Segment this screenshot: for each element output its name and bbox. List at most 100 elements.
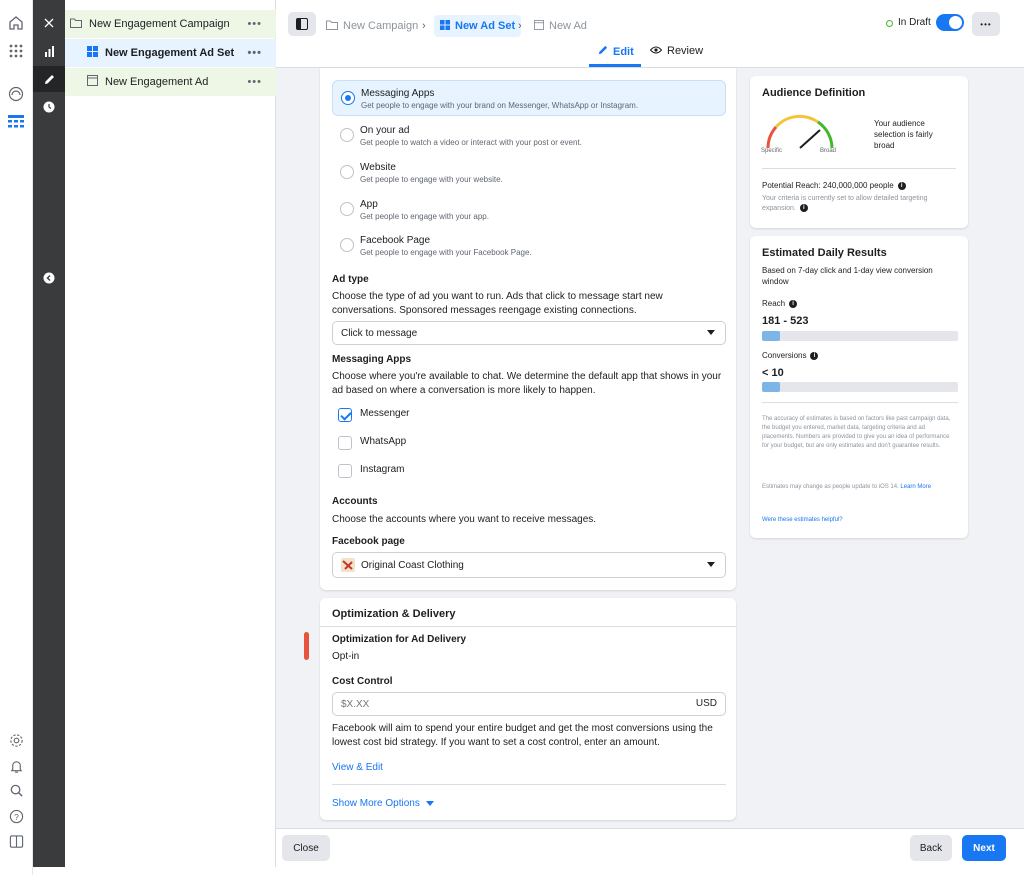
help-icon[interactable]: ? xyxy=(5,805,27,827)
search-icon[interactable] xyxy=(5,779,27,801)
breadcrumb-adset[interactable]: New Ad Set xyxy=(434,15,522,37)
conversions-value: < 10 xyxy=(762,367,784,379)
destination-option-facebook-page[interactable]: Facebook Page Get people to engage with … xyxy=(332,228,726,264)
option-title: Messaging Apps xyxy=(361,88,435,99)
chart-icon[interactable] xyxy=(33,38,65,64)
optimization-delivery-card: Optimization & Delivery Optimization for… xyxy=(320,598,736,820)
more-options-icon[interactable]: ••• xyxy=(247,76,262,88)
destination-option-website[interactable]: Website Get people to engage with your w… xyxy=(332,155,726,191)
next-button[interactable]: Next xyxy=(962,835,1006,861)
panel-toggle-icon[interactable] xyxy=(5,830,27,852)
reach-bar xyxy=(762,331,958,341)
messaging-apps-heading: Messaging Apps xyxy=(332,354,412,365)
history-clock-icon[interactable] xyxy=(33,94,65,120)
back-button[interactable]: Back xyxy=(910,835,952,861)
destination-option-on-your-ad[interactable]: On your ad Get people to watch a video o… xyxy=(332,118,726,154)
breadcrumb-ad[interactable]: New Ad xyxy=(534,16,587,36)
sidebar-toggle-icon xyxy=(296,18,308,30)
optimization-title: Optimization & Delivery xyxy=(332,608,456,620)
option-description: Get people to watch a video or interact … xyxy=(360,138,582,147)
adset-grid-icon xyxy=(440,19,450,33)
ad-type-description: Choose the type of ad you want to run. A… xyxy=(332,291,663,316)
cost-control-field[interactable]: USD xyxy=(332,692,726,716)
conversion-location-card: Messaging Apps Get people to engage with… xyxy=(320,68,736,590)
messenger-checkbox[interactable] xyxy=(338,408,352,422)
cost-control-input[interactable] xyxy=(341,697,641,711)
estimates-disclaimer: The accuracy of estimates is based on fa… xyxy=(762,416,951,449)
show-more-options-link[interactable]: Show More Options xyxy=(332,798,434,809)
info-icon[interactable]: i xyxy=(897,181,906,190)
breadcrumb-campaign[interactable]: New Campaign xyxy=(326,16,418,36)
potential-reach-text: Potential Reach: 240,000,000 people xyxy=(762,181,894,190)
chevron-right-icon: › xyxy=(518,20,522,32)
svg-text:?: ? xyxy=(14,811,19,821)
facebook-page-value: Original Coast Clothing xyxy=(361,559,464,571)
tree-item-label: New Engagement Campaign xyxy=(89,18,230,30)
whatsapp-checkbox[interactable] xyxy=(338,436,352,450)
dashboard-icon[interactable] xyxy=(5,83,27,105)
reach-label-text: Reach xyxy=(762,299,786,308)
cost-control-description: Facebook will aim to spend your entire b… xyxy=(332,723,713,748)
destination-option-app[interactable]: App Get people to engage with your app. xyxy=(332,192,726,228)
facebook-page-select[interactable]: Original Coast Clothing xyxy=(332,552,726,578)
edit-pencil-icon[interactable] xyxy=(33,66,65,92)
view-edit-link[interactable]: View & Edit xyxy=(332,762,383,773)
more-options-icon[interactable]: ••• xyxy=(247,18,262,30)
home-icon[interactable] xyxy=(5,12,27,34)
settings-icon[interactable] xyxy=(5,729,27,751)
apps-grid-icon[interactable] xyxy=(5,40,27,62)
potential-reach: Potential Reach: 240,000,000 people i xyxy=(762,180,906,191)
whatsapp-label: WhatsApp xyxy=(360,436,407,447)
breadcrumb-ad-label: New Ad xyxy=(549,20,587,32)
eye-icon xyxy=(649,45,663,57)
notifications-bell-icon[interactable] xyxy=(5,755,27,777)
divider xyxy=(320,626,736,627)
currency-label: USD xyxy=(695,698,717,709)
radio-button[interactable] xyxy=(340,128,354,142)
tab-edit[interactable]: Edit xyxy=(598,45,634,58)
tree-item-campaign[interactable]: New Engagement Campaign ••• xyxy=(65,10,276,38)
collapse-chevron-left-icon[interactable] xyxy=(33,265,65,291)
radio-button[interactable] xyxy=(340,165,354,179)
tree-item-adset[interactable]: New Engagement Ad Set ••• xyxy=(65,39,276,67)
draft-status-label: In Draft xyxy=(898,17,931,28)
tree-item-label: New Engagement Ad xyxy=(105,76,209,88)
learn-more-link[interactable]: Learn More xyxy=(900,484,931,490)
page-avatar xyxy=(341,558,355,572)
info-icon[interactable]: i xyxy=(799,204,808,213)
draft-status-dot-icon xyxy=(886,20,893,27)
info-icon[interactable]: i xyxy=(789,299,798,308)
estimates-subtitle: Based on 7-day click and 1-day view conv… xyxy=(762,266,933,286)
audience-definition-card: Audience Definition Specific Broad Your … xyxy=(750,76,968,228)
instagram-checkbox[interactable] xyxy=(338,464,352,478)
reach-value: 181 - 523 xyxy=(762,315,809,327)
radio-button[interactable] xyxy=(341,91,355,105)
more-options-icon[interactable]: ••• xyxy=(247,47,262,59)
draft-toggle[interactable] xyxy=(936,14,964,31)
cost-control-heading: Cost Control xyxy=(332,676,393,687)
facebook-page-heading: Facebook page xyxy=(332,536,405,547)
reach-label: Reach i xyxy=(762,298,798,309)
ads-manager-icon[interactable] xyxy=(5,111,27,133)
ad-type-select[interactable]: Click to message xyxy=(332,321,726,345)
option-description: Get people to engage with your app. xyxy=(360,212,489,221)
sidebar-toggle-button[interactable] xyxy=(288,12,316,36)
accounts-description: Choose the accounts where you want to re… xyxy=(332,514,597,525)
destination-option-messaging-apps[interactable]: Messaging Apps Get people to engage with… xyxy=(332,80,726,116)
conversions-label-text: Conversions xyxy=(762,351,807,360)
tab-edit-label: Edit xyxy=(613,45,634,58)
targeting-note-text: Your criteria is currently set to allow … xyxy=(762,195,928,212)
editor-footer: Close Back Next xyxy=(276,828,1024,867)
estimates-feedback-link[interactable]: Were these estimates helpful? xyxy=(762,516,843,525)
tree-item-ad[interactable]: New Engagement Ad ••• xyxy=(65,68,276,96)
radio-button[interactable] xyxy=(340,202,354,216)
targeting-note: Your criteria is currently set to allow … xyxy=(762,194,952,214)
close-icon[interactable] xyxy=(33,10,65,36)
close-button[interactable]: Close xyxy=(282,835,330,861)
info-icon[interactable]: i xyxy=(810,351,819,360)
estimated-daily-results-card: Estimated Daily Results Based on 7-day c… xyxy=(750,236,968,538)
more-actions-button[interactable]: ••• xyxy=(972,12,1000,36)
tab-review[interactable]: Review xyxy=(649,45,703,57)
radio-button[interactable] xyxy=(340,238,354,252)
messaging-apps-description: Choose where you're available to chat. W… xyxy=(332,371,722,396)
